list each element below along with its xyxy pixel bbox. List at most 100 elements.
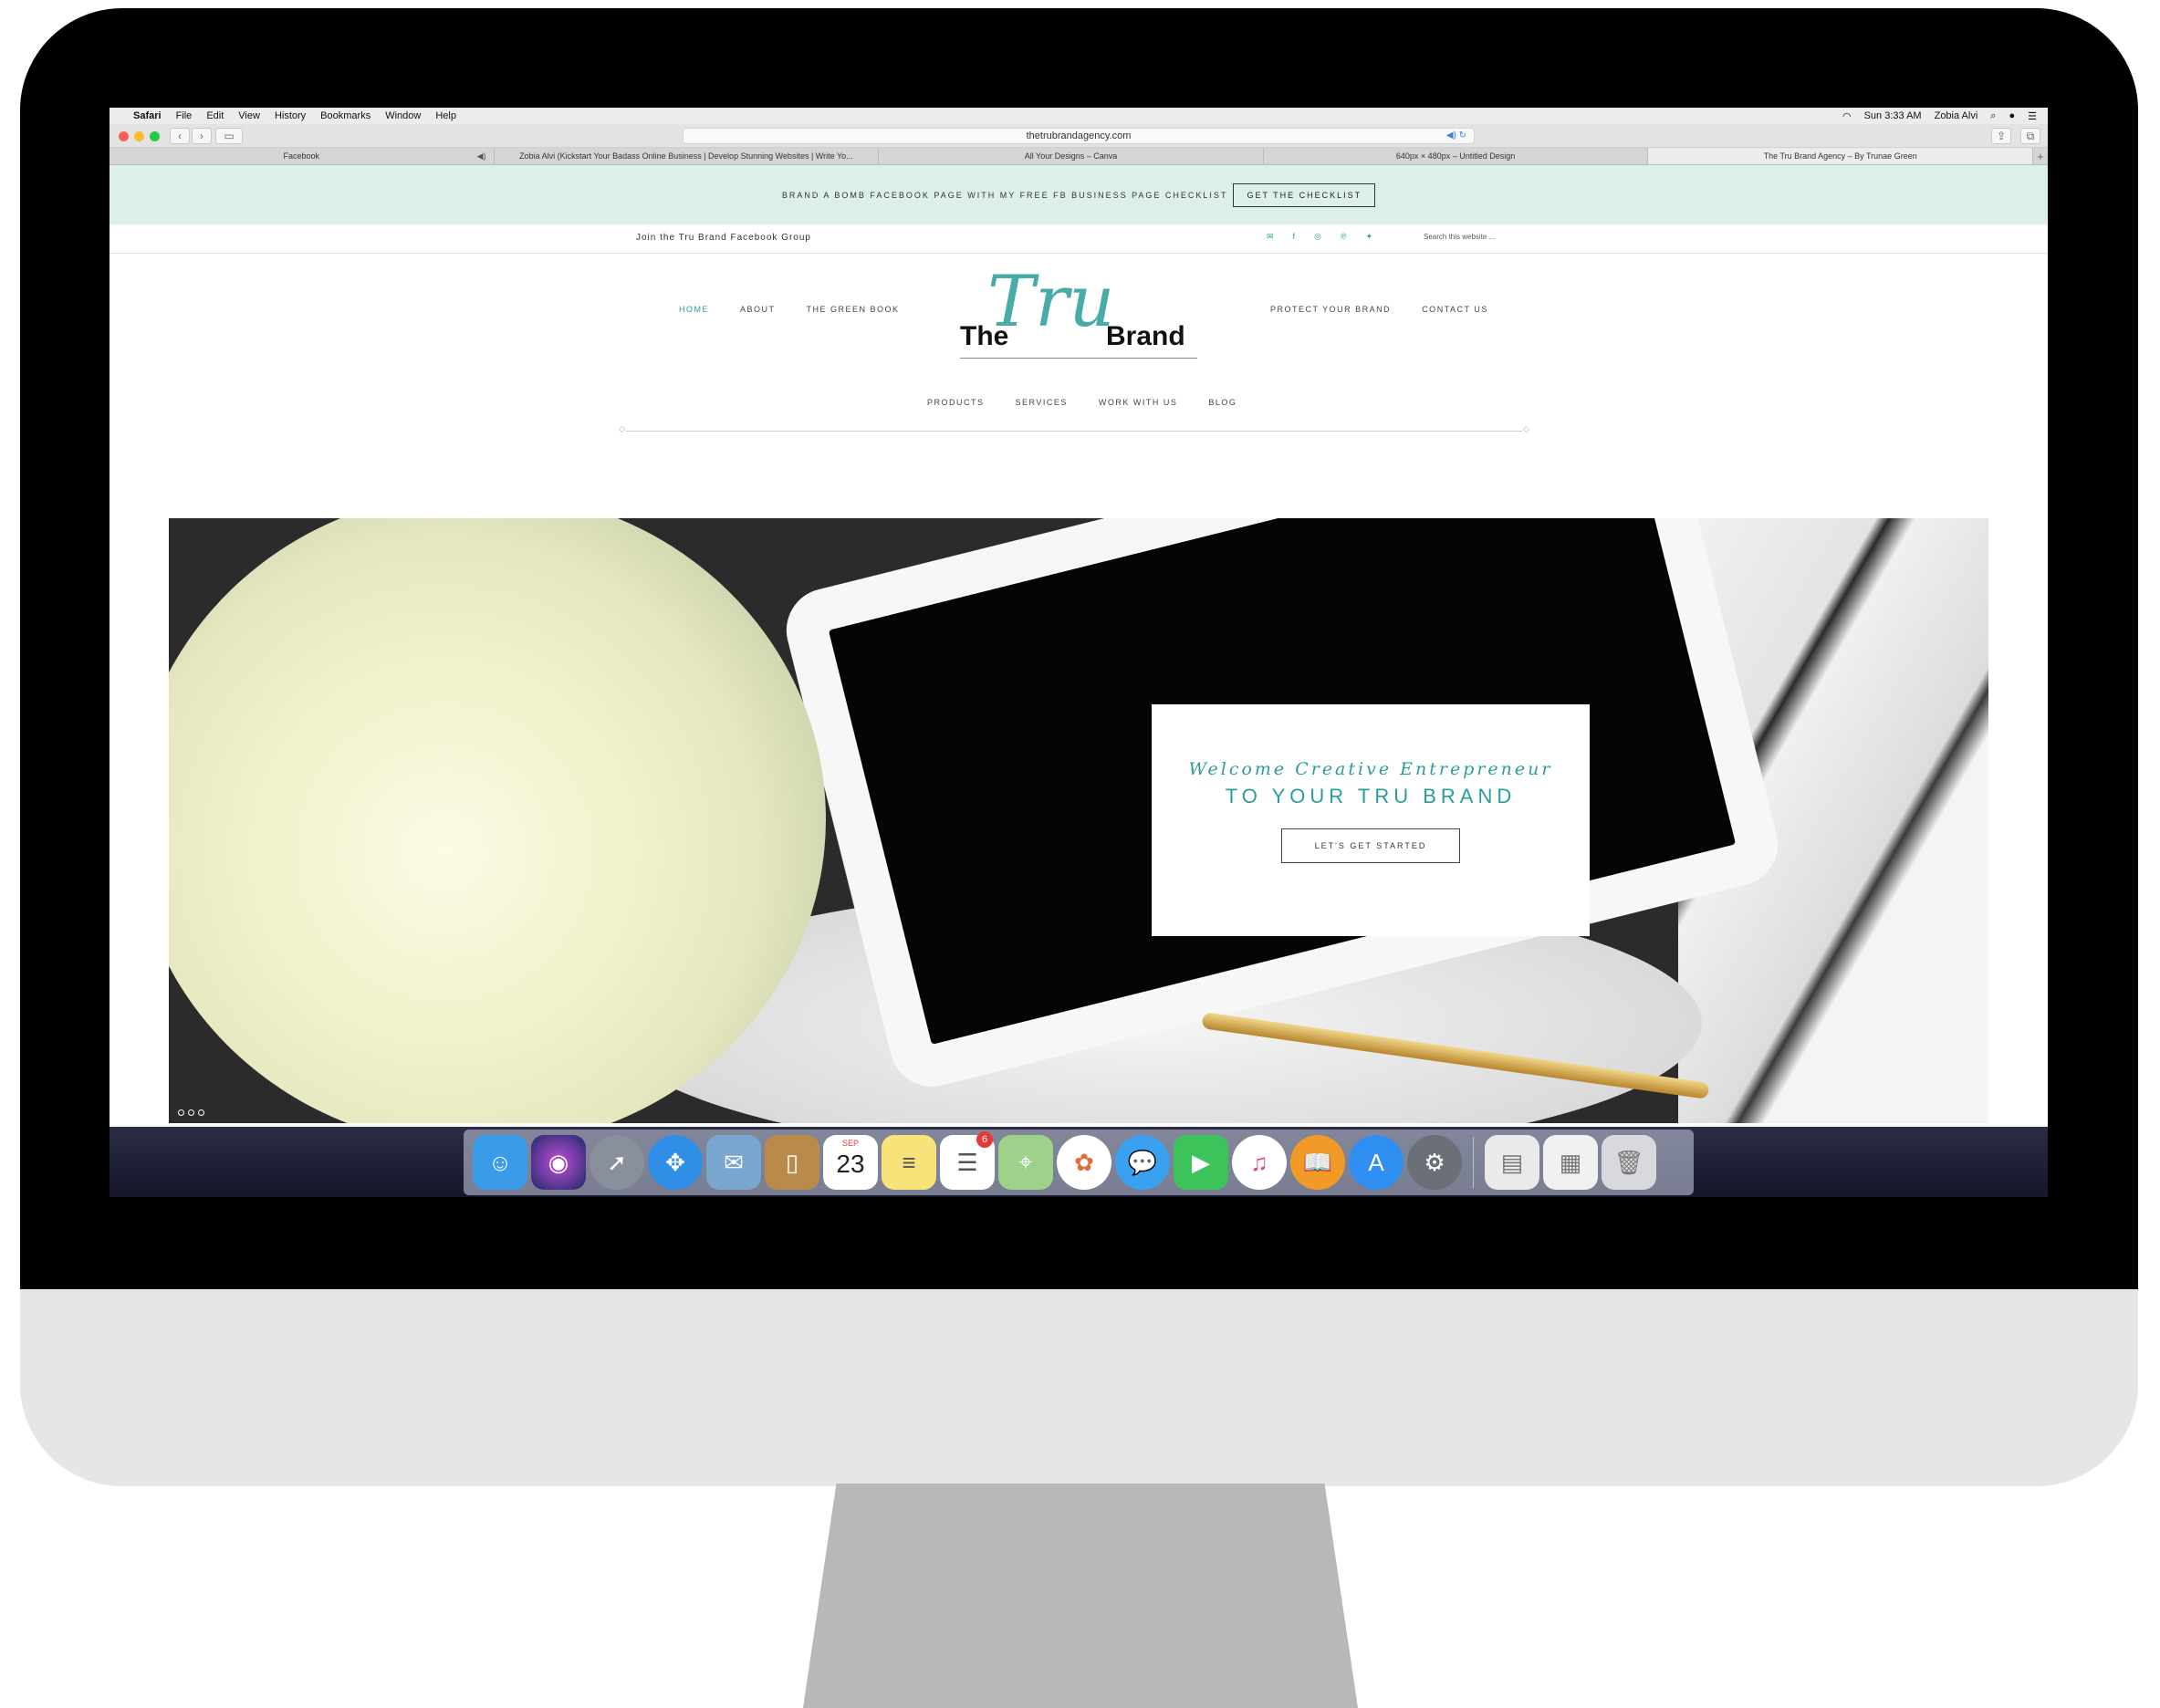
site-logo[interactable]: Tru The Brand [960,261,1197,367]
tab-tru-brand[interactable]: The Tru Brand Agency – By Trunae Green [1648,148,2033,164]
header-divider [619,424,1529,434]
close-window-button[interactable] [119,131,129,141]
launchpad-icon[interactable]: ➚ [590,1135,644,1190]
primary-nav-left: HOME ABOUT THE GREEN BOOK [679,305,900,314]
nav-products[interactable]: PRODUCTS [927,398,985,407]
trash-icon[interactable]: 🗑 [1602,1135,1656,1190]
tab-facebook[interactable]: Facebook ◀) [110,148,495,164]
menu-edit[interactable]: Edit [206,110,224,121]
email-icon[interactable]: ✉ [1267,232,1275,242]
facebook-group-link[interactable]: Join the Tru Brand Facebook Group [636,233,811,243]
menu-status-area: ◠ Sun 3:33 AM Zobia Alvi ⌕ ● ☰ [1842,110,2037,122]
menu-view[interactable]: View [238,110,260,121]
ibooks-icon[interactable]: 📖 [1290,1135,1345,1190]
maps-icon[interactable]: ⌖ [998,1135,1053,1190]
logo-underline [960,358,1197,359]
slider-dots [178,1109,204,1116]
new-tab-button[interactable]: + [2033,148,2048,164]
get-started-button[interactable]: LET'S GET STARTED [1280,828,1461,863]
browser-toolbar: ‹ › ▭ thetrubrandagency.com ◀) ↻ ⇪ ⧉ [110,124,2048,148]
site-search-input[interactable]: Search this website ... [1424,233,1495,241]
slider-dot[interactable] [178,1109,184,1116]
user-name[interactable]: Zobia Alvi [1935,110,1978,121]
menu-window[interactable]: Window [385,110,421,121]
screen: Safari File Edit View History Bookmarks … [110,108,2048,1197]
safari-icon[interactable]: ✥ [648,1135,703,1190]
navigation-buttons: ‹ › [170,128,212,144]
welcome-line-2: TO YOUR TRU BRAND [1225,785,1517,807]
web-page: BRAND A BOMB FACEBOOK PAGE WITH MY FREE … [110,165,2048,1127]
wifi-icon[interactable]: ◠ [1842,110,1852,122]
primary-nav-right: PROTECT YOUR BRAND CONTACT US [1270,305,1488,314]
menu-help[interactable]: Help [435,110,456,121]
clock[interactable]: Sun 3:33 AM [1864,110,1922,121]
top-utility-bar: Join the Tru Brand Facebook Group ✉ f ◎ … [110,224,2048,254]
slider-dot[interactable] [188,1109,194,1116]
nav-services[interactable]: SERVICES [1016,398,1068,407]
tab-label: 640px × 480px – Untitled Design [1395,151,1516,161]
tab-untitled-design[interactable]: 640px × 480px – Untitled Design [1264,148,1649,164]
nav-about[interactable]: ABOUT [740,305,776,314]
siri-icon[interactable]: ● [2009,110,2015,121]
itunes-icon[interactable]: ♫ [1232,1135,1287,1190]
tab-zobia-alvi[interactable]: Zobia Alvi (Kickstart Your Badass Online… [495,148,880,164]
nav-protect-brand[interactable]: PROTECT YOUR BRAND [1270,305,1391,314]
facebook-icon[interactable]: f [1293,232,1297,242]
photos-icon[interactable]: ✿ [1057,1135,1111,1190]
instagram-icon[interactable]: ◎ [1314,232,1322,242]
mail-icon[interactable]: ✉ [706,1135,761,1190]
get-checklist-button[interactable]: GET THE CHECKLIST [1233,182,1376,207]
menu-bookmarks[interactable]: Bookmarks [320,110,370,121]
zoom-window-button[interactable] [150,131,160,141]
downloads-stack-icon[interactable]: ▤ [1485,1135,1539,1190]
monitor-stand [803,1484,1358,1708]
share-button[interactable]: ⇪ [1991,128,2011,144]
sidebar-toggle-button[interactable]: ▭ [215,128,243,144]
siri-dock-icon[interactable]: ◉ [531,1135,586,1190]
tab-bar: Facebook ◀) Zobia Alvi (Kickstart Your Ba… [110,148,2048,165]
menu-history[interactable]: History [275,110,306,121]
tab-canva-designs[interactable]: All Your Designs – Canva [879,148,1264,164]
show-tabs-button[interactable]: ⧉ [2020,128,2040,144]
reminders-icon[interactable]: ☰ 6 [940,1131,995,1190]
tab-label: Facebook [283,151,320,161]
documents-stack-icon[interactable]: ▦ [1543,1135,1598,1190]
audio-reload-icon[interactable]: ◀) ↻ [1446,129,1466,143]
address-bar[interactable]: thetrubrandagency.com ◀) ↻ [683,128,1475,144]
window-controls [119,131,160,141]
reminders-badge: 6 [976,1131,993,1148]
nav-green-book[interactable]: THE GREEN BOOK [807,305,900,314]
tab-label: Zobia Alvi (Kickstart Your Badass Online… [519,151,853,161]
slider-dot[interactable] [198,1109,204,1116]
notes-icon[interactable]: ≡ [882,1135,936,1190]
calendar-icon[interactable]: SEP 23 [823,1135,878,1190]
nav-work-with-us[interactable]: WORK WITH US [1099,398,1178,407]
tab-label: All Your Designs – Canva [1024,151,1118,161]
nav-home[interactable]: HOME [679,305,709,314]
dock: ☺ ◉ ➚ ✥ ✉ ▯ SEP 23 ≡ ☰ 6 ⌖ ✿ 💬 ▶ ♫ 📖 A ⚙ … [464,1130,1694,1195]
back-button[interactable]: ‹ [170,128,190,144]
nav-blog[interactable]: BLOG [1208,398,1237,407]
hero-slider: Welcome Creative Entrepreneur TO YOUR TR… [169,518,1988,1123]
social-links: ✉ f ◎ ℗ ✦ [1267,232,1373,242]
logo-the: The [960,321,1009,351]
facetime-icon[interactable]: ▶ [1174,1135,1228,1190]
messages-icon[interactable]: 💬 [1115,1135,1170,1190]
notification-center-icon[interactable]: ☰ [2028,110,2037,122]
calendar-day: 23 [836,1150,865,1178]
forward-button[interactable]: › [192,128,212,144]
finder-icon[interactable]: ☺ [473,1135,527,1190]
speaker-icon[interactable]: ◀) [477,148,486,164]
app-store-icon[interactable]: A [1349,1135,1403,1190]
pinterest-icon[interactable]: ℗ [1341,232,1348,242]
promo-text: BRAND A BOMB FACEBOOK PAGE WITH MY FREE … [781,190,1228,200]
minimize-window-button[interactable] [134,131,144,141]
menu-app-name[interactable]: Safari [133,110,162,121]
hero-peony-flower [169,518,826,1123]
twitter-icon[interactable]: ✦ [1366,232,1374,242]
menu-file[interactable]: File [176,110,193,121]
contacts-icon[interactable]: ▯ [765,1135,819,1190]
system-preferences-icon[interactable]: ⚙ [1407,1135,1462,1190]
spotlight-search-icon[interactable]: ⌕ [1990,110,1996,122]
nav-contact[interactable]: CONTACT US [1422,305,1488,314]
